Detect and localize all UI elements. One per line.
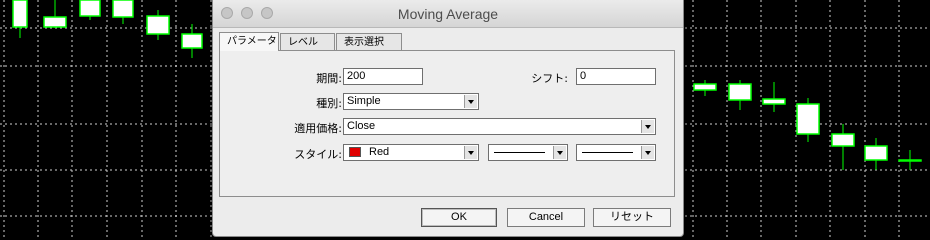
candle-body (146, 15, 170, 35)
reset-button[interactable]: リセット (593, 208, 671, 227)
ma-type-value: Simple (347, 95, 381, 107)
tab-parameters[interactable]: パラメータ (219, 32, 279, 51)
chevron-down-icon[interactable] (464, 146, 477, 159)
line-width-sample-icon (582, 152, 633, 153)
apply-to-select[interactable]: Close (343, 118, 656, 135)
period-label: 期間: (316, 72, 342, 85)
period-input[interactable]: 200 (343, 68, 423, 85)
candle-body (796, 103, 820, 135)
chevron-down-icon[interactable] (641, 146, 654, 159)
candle-body (898, 159, 922, 162)
line-width-select[interactable] (576, 144, 656, 161)
candle-body (181, 33, 203, 49)
candle-body (728, 83, 752, 101)
shift-label: シフト: (531, 72, 568, 85)
candle-body (12, 0, 28, 28)
line-style-sample-icon (494, 152, 545, 153)
color-select[interactable]: Red (343, 144, 479, 161)
line-style-select[interactable] (488, 144, 568, 161)
cancel-button[interactable]: Cancel (507, 208, 585, 227)
shift-input[interactable]: 0 (576, 68, 656, 85)
ma-type-select[interactable]: Simple (343, 93, 479, 110)
apply-to-value: Close (347, 120, 376, 132)
candle-body (864, 145, 888, 161)
dialog-title: Moving Average (397, 6, 499, 22)
color-swatch-icon (349, 147, 361, 158)
candle-body (831, 133, 855, 147)
candle-body (762, 98, 786, 105)
apply-to-label: 適用価格: (294, 122, 342, 135)
color-value: Red (369, 146, 390, 158)
parameters-panel: 期間: 200 シフト: 0 種別: Simple 適用価格: Close スタ… (219, 50, 675, 197)
style-label: スタイル: (294, 148, 342, 161)
chevron-down-icon[interactable] (553, 146, 566, 159)
tab-levels[interactable]: レベル (280, 33, 335, 50)
ma-type-label: 種別: (316, 97, 342, 110)
candle-body (112, 0, 134, 18)
candle-body (79, 0, 101, 17)
candle-body (693, 83, 717, 91)
chevron-down-icon[interactable] (464, 95, 477, 108)
moving-average-dialog: Moving Average パラメータ レベル 表示選択 期間: 200 シフ… (212, 0, 684, 237)
dialog-titlebar[interactable]: Moving Average (213, 0, 683, 28)
ok-button[interactable]: OK (421, 208, 497, 227)
tab-visualization[interactable]: 表示選択 (336, 33, 402, 50)
candle-body (43, 16, 67, 28)
chevron-down-icon[interactable] (641, 120, 654, 133)
